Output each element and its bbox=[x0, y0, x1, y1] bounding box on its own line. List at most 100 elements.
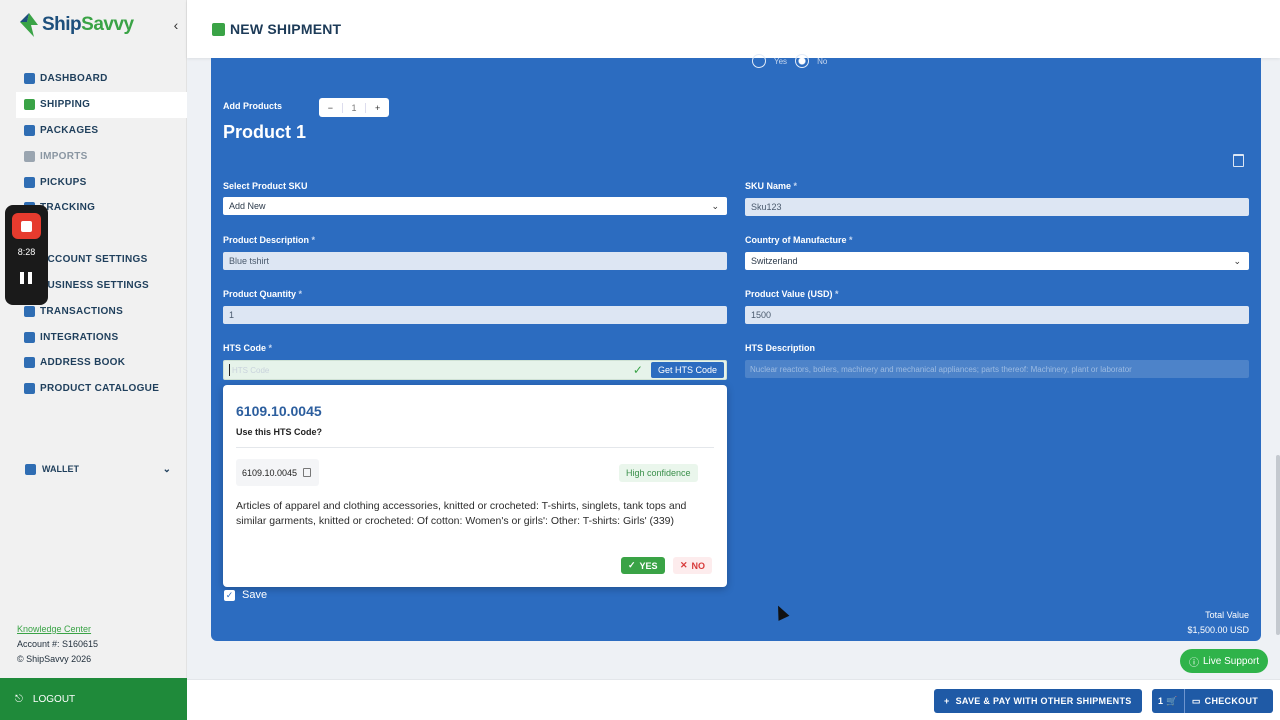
total-value-label: Total Value bbox=[1205, 610, 1249, 620]
sidebar-item-label: SHIPPING bbox=[40, 99, 91, 111]
checkout-button[interactable]: 1 🛒 ▭ CHECKOUT bbox=[1152, 689, 1273, 713]
sidebar-item-shipping[interactable]: SHIPPING bbox=[16, 91, 187, 118]
save-and-pay-button[interactable]: + SAVE & PAY WITH OTHER SHIPMENTS bbox=[934, 689, 1142, 713]
knowledge-center-link[interactable]: Knowledge Center bbox=[17, 622, 98, 637]
trash-icon[interactable] bbox=[1233, 154, 1244, 167]
cart-count[interactable]: 1 🛒 bbox=[1152, 689, 1185, 713]
check-icon: ✓ bbox=[628, 560, 636, 570]
hts-code-chip: 6109.10.0045 bbox=[236, 459, 320, 486]
reject-hts-button[interactable]: ✕ NO bbox=[673, 557, 713, 574]
logo-text-savvy: Savvy bbox=[81, 14, 134, 35]
wallet-icon bbox=[25, 463, 36, 475]
product-value-input[interactable]: 1500 bbox=[745, 306, 1249, 324]
chevron-down-icon: ⌄ bbox=[1233, 255, 1241, 266]
text-caret bbox=[229, 364, 230, 376]
product-description-label: Product Description * bbox=[223, 235, 316, 245]
cart-icon: 🛒 bbox=[1166, 695, 1178, 706]
truck-icon bbox=[24, 176, 35, 188]
product-title: Product 1 bbox=[223, 122, 307, 142]
radio-no[interactable] bbox=[795, 54, 810, 68]
sidebar-item-integrations[interactable]: INTEGRATIONS bbox=[16, 324, 187, 350]
help-icon: ⓘ bbox=[1189, 657, 1199, 669]
close-icon: ✕ bbox=[680, 560, 688, 570]
radio-no-label: No bbox=[817, 56, 828, 66]
catalogue-icon bbox=[24, 383, 35, 395]
radio-group: Yes No bbox=[752, 54, 827, 68]
total-value: Total Value $1,500.00 USD bbox=[1187, 608, 1249, 638]
country-select[interactable]: Switzerland ⌄ bbox=[745, 252, 1249, 270]
hts-code-input[interactable]: HTS Code ✓ Get HTS Code bbox=[223, 360, 727, 380]
copyright: © ShipSavvy 2026 bbox=[17, 654, 92, 664]
add-products-label: Add Products bbox=[223, 101, 283, 111]
hts-suggestion-description: Articles of apparel and clothing accesso… bbox=[236, 500, 687, 527]
pause-recording-button[interactable] bbox=[20, 272, 34, 284]
get-hts-code-button[interactable]: Get HTS Code bbox=[650, 362, 724, 378]
sidebar-item-label: INTEGRATIONS bbox=[40, 331, 119, 343]
increment-button[interactable]: + bbox=[366, 103, 389, 113]
product-count-stepper[interactable]: − 1 + bbox=[319, 98, 389, 117]
sidebar-item-dashboard[interactable]: DASHBOARD bbox=[16, 66, 187, 92]
stop-recording-button[interactable] bbox=[12, 213, 41, 239]
collapse-sidebar-icon[interactable]: ‹ bbox=[168, 16, 184, 34]
sidebar-item-pickups[interactable]: PICKUPS bbox=[16, 169, 187, 195]
chevron-down-icon: ⌄ bbox=[711, 200, 719, 211]
product-description-input[interactable]: Blue tshirt bbox=[223, 252, 727, 270]
confidence-badge: High confidence bbox=[619, 464, 698, 482]
box-icon bbox=[212, 22, 225, 36]
sidebar-item-label: ACCOUNT SETTINGS bbox=[40, 254, 148, 266]
plus-icon: + bbox=[944, 696, 950, 706]
radio-yes[interactable] bbox=[752, 54, 766, 68]
chip-code: 6109.10.0045 bbox=[242, 467, 298, 478]
hts-code-placeholder: HTS Code bbox=[232, 365, 270, 375]
save-product-row: ✓ Save bbox=[224, 589, 267, 601]
sidebar-item-packages[interactable]: PACKAGES bbox=[16, 118, 187, 144]
recording-time: 8:28 bbox=[17, 247, 36, 257]
page-title: NEW SHIPMENT bbox=[230, 21, 342, 37]
screen-recorder-widget: 8:28 bbox=[5, 205, 48, 305]
country-label: Country of Manufacture * bbox=[745, 235, 853, 245]
logo[interactable]: ShipSavvy bbox=[20, 13, 134, 37]
suggested-hts-code: 6109.10.0045 bbox=[236, 403, 322, 419]
logout-button[interactable]: ⎋ LOGOUT bbox=[0, 678, 187, 720]
sidebar-item-label: PRODUCT CATALOGUE bbox=[40, 383, 160, 395]
sidebar-item-label: TRACKING bbox=[40, 202, 96, 214]
sidebar-item-imports[interactable]: IMPORTS bbox=[16, 143, 187, 169]
decrement-button[interactable]: − bbox=[319, 103, 342, 113]
hts-code-label: HTS Code * bbox=[223, 343, 273, 353]
sidebar-item-product-catalogue[interactable]: PRODUCT CATALOGUE bbox=[16, 376, 187, 402]
wallet-toggle[interactable]: WALLET ⌄ bbox=[16, 459, 171, 479]
hts-description-input[interactable]: Nuclear reactors, boilers, machinery and… bbox=[745, 360, 1249, 378]
sku-name-label: SKU Name * bbox=[745, 181, 798, 191]
sidebar: ShipSavvy ‹ DASHBOARD SHIPPING PACKAGES … bbox=[0, 0, 187, 720]
logout-label: LOGOUT bbox=[32, 693, 76, 705]
sidebar-item-label: DASHBOARD bbox=[40, 73, 108, 85]
logout-icon: ⎋ bbox=[15, 693, 23, 705]
logo-icon bbox=[20, 13, 38, 37]
pause-icon bbox=[20, 272, 24, 284]
box-icon bbox=[24, 99, 35, 111]
sidebar-item-address-book[interactable]: ADDRESS BOOK bbox=[16, 350, 187, 376]
product-form-panel: Yes No Add Products − 1 + Product 1 Sele… bbox=[211, 54, 1261, 641]
copy-icon[interactable] bbox=[303, 468, 312, 477]
sidebar-item-label: PICKUPS bbox=[40, 176, 87, 188]
scrollbar[interactable] bbox=[1276, 455, 1280, 635]
product-quantity-input[interactable]: 1 bbox=[223, 306, 727, 324]
sidebar-item-label: TRANSACTIONS bbox=[40, 305, 124, 317]
sidebar-item-label: BUSINESS SETTINGS bbox=[40, 279, 150, 291]
chevron-down-icon: ⌄ bbox=[162, 463, 171, 475]
import-icon bbox=[24, 150, 35, 162]
live-support-button[interactable]: ⓘ Live Support bbox=[1180, 649, 1269, 673]
stop-icon bbox=[21, 220, 32, 232]
plug-icon bbox=[24, 331, 35, 343]
sku-select[interactable]: Add New ⌄ bbox=[223, 197, 727, 215]
home-icon bbox=[24, 73, 35, 85]
sidebar-item-label: IMPORTS bbox=[40, 150, 88, 162]
wallet-label: WALLET bbox=[42, 464, 79, 474]
total-value-amount: $1,500.00 USD bbox=[1187, 625, 1249, 635]
accept-hts-button[interactable]: ✓ YES bbox=[621, 557, 665, 574]
sidebar-item-label: ADDRESS BOOK bbox=[40, 357, 126, 369]
sku-name-input[interactable]: Sku123 bbox=[745, 198, 1249, 216]
product-count-value[interactable]: 1 bbox=[341, 102, 367, 113]
save-checkbox[interactable]: ✓ bbox=[224, 589, 235, 601]
hts-suggestion-popup: 6109.10.0045 Use this HTS Code? 6109.10.… bbox=[223, 385, 727, 587]
